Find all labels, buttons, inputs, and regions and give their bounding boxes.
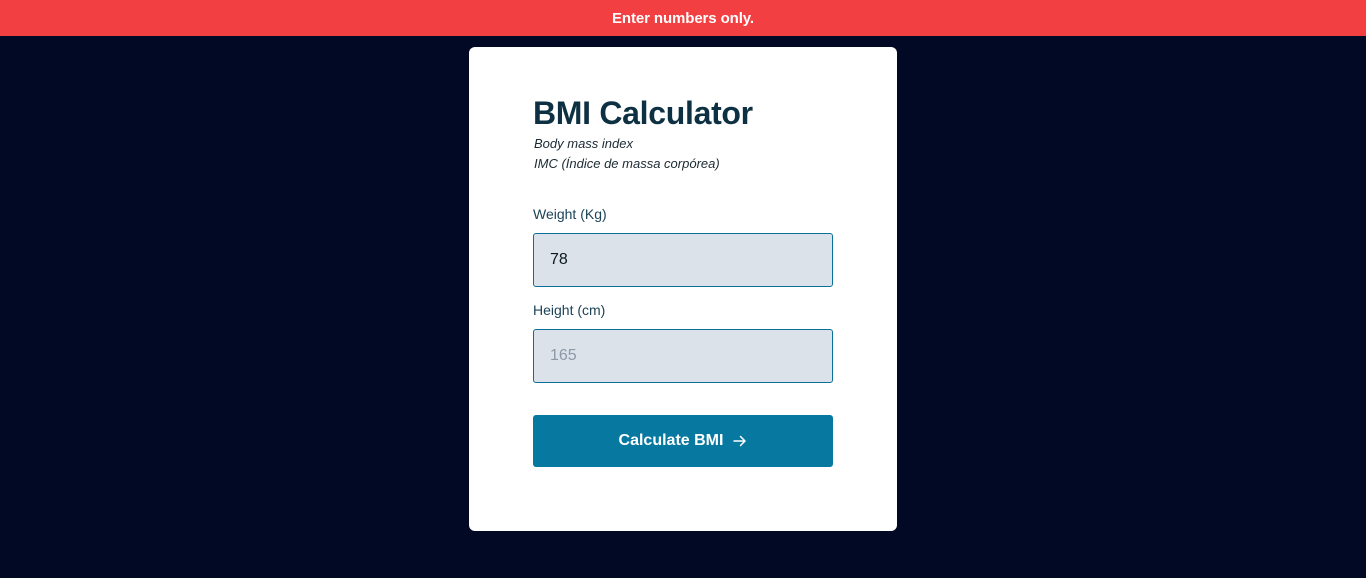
arrow-right-icon bbox=[733, 434, 747, 448]
page-title: BMI Calculator bbox=[533, 95, 753, 131]
subtitle-english: Body mass index bbox=[534, 136, 633, 151]
weight-label: Weight (Kg) bbox=[533, 206, 607, 222]
alert-banner: Enter numbers only. bbox=[0, 0, 1366, 36]
alert-message: Enter numbers only. bbox=[611, 9, 754, 27]
height-input[interactable] bbox=[533, 329, 833, 383]
height-label: Height (cm) bbox=[533, 302, 606, 318]
calculate-bmi-button[interactable]: Calculate BMI bbox=[533, 415, 833, 467]
bmi-card: BMI Calculator Body mass index IMC (Índi… bbox=[469, 47, 897, 531]
weight-input[interactable] bbox=[533, 233, 833, 287]
calculate-bmi-label: Calculate BMI bbox=[618, 432, 724, 449]
subtitle-portuguese: IMC (Índice de massa corpórea) bbox=[534, 156, 720, 171]
